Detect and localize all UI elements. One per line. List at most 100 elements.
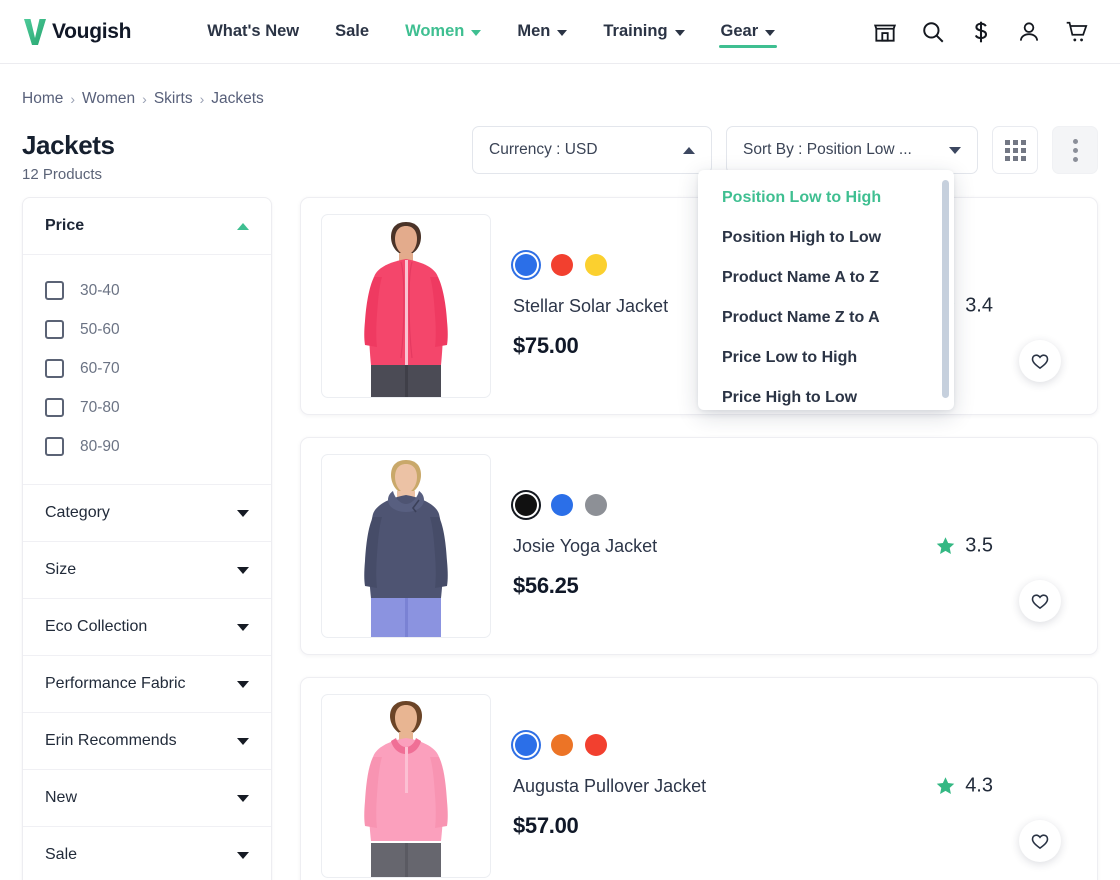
swatch-yellow[interactable]	[585, 253, 607, 276]
filter-option-label: 60-70	[80, 359, 120, 377]
chevron-down-icon	[557, 29, 568, 36]
checkbox-icon[interactable]	[45, 281, 64, 300]
sort-by-select-label: Sort By : Position Low ...	[743, 141, 912, 158]
nav-item-gear[interactable]: Gear	[703, 0, 794, 64]
swatch-blue[interactable]	[515, 733, 537, 756]
currency-select[interactable]: Currency : USD	[472, 126, 712, 174]
title-block: Jackets 12 Products	[22, 126, 115, 183]
filter-header-category[interactable]: Category	[23, 485, 271, 542]
nav-item-training[interactable]: Training	[585, 0, 702, 64]
filter-option-price-50-60[interactable]: 50-60	[45, 310, 249, 349]
nav-label: Men	[517, 22, 551, 40]
product-image	[321, 694, 491, 878]
nav-item-men[interactable]: Men	[499, 0, 585, 64]
breadcrumb-separator: ›	[199, 91, 205, 107]
checkbox-icon[interactable]	[45, 320, 64, 339]
filter-option-price-70-80[interactable]: 70-80	[45, 388, 249, 427]
swatch-grey[interactable]	[585, 493, 607, 516]
breadcrumb-item-jackets[interactable]: Jackets	[211, 90, 264, 108]
dropdown-scrollbar[interactable]	[942, 180, 949, 398]
star-icon	[936, 777, 955, 795]
filter-header-erin-recommends[interactable]: Erin Recommends	[23, 713, 271, 770]
heart-icon	[1031, 834, 1049, 850]
breadcrumb-item-home[interactable]: Home	[22, 90, 63, 108]
grid-view-icon	[1004, 139, 1026, 161]
nav-label: Sale	[335, 22, 370, 40]
sort-option-product-name-a-to-z[interactable]: Product Name A to Z	[698, 258, 954, 298]
swatch-red[interactable]	[585, 733, 607, 756]
list-view-button[interactable]	[1052, 126, 1098, 174]
swatch-orange[interactable]	[551, 733, 573, 756]
wishlist-button[interactable]	[1019, 340, 1061, 382]
product-photo-josie-yoga-jacket	[331, 455, 481, 637]
filter-option-price-30-40[interactable]: 30-40	[45, 271, 249, 310]
product-card[interactable]: Augusta Pullover Jacket $57.00 4.3	[300, 677, 1098, 880]
sort-option-price-high-to-low[interactable]: Price High to Low	[698, 378, 954, 410]
main-nav: What's New Sale Women Men Training Gear	[189, 0, 793, 64]
filter-header-new[interactable]: New	[23, 770, 271, 827]
chevron-down-icon	[237, 851, 249, 859]
chevron-down-icon	[674, 29, 685, 36]
filter-sidebar: Price 30-40 50-60 60-70 70-80 80-90 Cate…	[22, 197, 272, 880]
grid-view-button[interactable]	[992, 126, 1038, 174]
filter-option-price-60-70[interactable]: 60-70	[45, 349, 249, 388]
nav-label: Women	[405, 22, 465, 40]
filter-option-price-80-90[interactable]: 80-90	[45, 427, 249, 466]
nav-item-women[interactable]: Women	[387, 0, 499, 64]
rating-value: 3.4	[965, 294, 993, 317]
sort-dropdown-menu[interactable]: Position Low to High Position High to Lo…	[698, 170, 954, 410]
dollar-icon[interactable]	[968, 19, 994, 45]
filter-header-eco-collection[interactable]: Eco Collection	[23, 599, 271, 656]
sort-option-position-low-to-high[interactable]: Position Low to High	[698, 178, 954, 218]
wishlist-button[interactable]	[1019, 820, 1061, 862]
nav-item-whats-new[interactable]: What's New	[189, 0, 317, 64]
listing-toolbar: Jackets 12 Products Currency : USD Sort …	[0, 108, 1120, 410]
swatch-red[interactable]	[551, 253, 573, 276]
store-icon[interactable]	[872, 19, 898, 45]
swatch-blue[interactable]	[551, 493, 573, 516]
product-image	[321, 454, 491, 638]
filter-title: New	[45, 789, 78, 806]
nav-item-sale[interactable]: Sale	[317, 0, 387, 64]
filter-header-size[interactable]: Size	[23, 542, 271, 599]
search-icon[interactable]	[920, 19, 946, 45]
filter-header-performance-fabric[interactable]: Performance Fabric	[23, 656, 271, 713]
brand-logo[interactable]: Vougish	[22, 17, 131, 47]
chevron-down-icon	[949, 146, 961, 154]
sort-option-position-high-to-low[interactable]: Position High to Low	[698, 218, 954, 258]
product-swatches	[513, 493, 1077, 516]
breadcrumb-item-skirts[interactable]: Skirts	[154, 90, 193, 108]
breadcrumb: Home › Women › Skirts › Jackets	[0, 64, 1120, 108]
chevron-down-icon	[237, 566, 249, 574]
product-card[interactable]: Josie Yoga Jacket $56.25 3.5	[300, 437, 1098, 655]
toolbar-controls: Currency : USD Sort By : Position Low ..…	[472, 126, 1098, 174]
chevron-down-icon	[237, 737, 249, 745]
swatch-black[interactable]	[515, 493, 537, 516]
heart-icon	[1031, 354, 1049, 370]
checkbox-icon[interactable]	[45, 359, 64, 378]
product-count: 12 Products	[22, 166, 103, 183]
filter-header-sale[interactable]: Sale	[23, 827, 271, 880]
user-icon[interactable]	[1016, 19, 1042, 45]
header-actions	[872, 19, 1098, 45]
nav-label: Training	[603, 22, 668, 40]
sort-option-price-low-to-high[interactable]: Price Low to High	[698, 338, 954, 378]
cart-icon[interactable]	[1064, 19, 1090, 45]
filter-title: Erin Recommends	[45, 732, 177, 749]
checkbox-icon[interactable]	[45, 437, 64, 456]
sort-by-select[interactable]: Sort By : Position Low ...	[726, 126, 978, 174]
filter-title: Performance Fabric	[45, 675, 186, 692]
sort-option-product-name-z-to-a[interactable]: Product Name Z to A	[698, 298, 954, 338]
page-title: Jackets	[22, 130, 115, 160]
breadcrumb-separator: ›	[70, 91, 76, 107]
more-options-icon	[1072, 138, 1078, 162]
breadcrumb-item-women[interactable]: Women	[82, 90, 135, 108]
product-swatches	[513, 733, 1077, 756]
checkbox-icon[interactable]	[45, 398, 64, 417]
swatch-blue[interactable]	[515, 253, 537, 276]
filter-header-price[interactable]: Price	[23, 198, 271, 255]
chevron-down-icon	[237, 623, 249, 631]
wishlist-button[interactable]	[1019, 580, 1061, 622]
logo-v-icon	[24, 18, 46, 45]
product-price: $57.00	[513, 812, 579, 838]
